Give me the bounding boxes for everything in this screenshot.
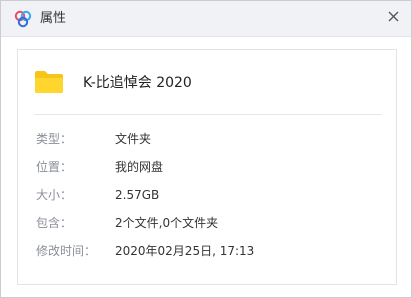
property-row-type: 类型： 文件夹 xyxy=(34,130,384,148)
close-button[interactable] xyxy=(382,5,404,27)
property-row-contains: 包含： 2个文件,0个文件夹 xyxy=(34,214,384,232)
property-label: 包含： xyxy=(36,216,73,230)
property-value: 2个文件,0个文件夹 xyxy=(115,216,219,230)
property-value: 2020年02月25日, 17:13 xyxy=(115,244,255,258)
baidu-netdisk-icon xyxy=(14,10,32,28)
dialog-title: 属性 xyxy=(40,11,67,26)
property-label: 大小： xyxy=(36,188,73,202)
property-value: 2.57GB xyxy=(115,188,160,202)
property-value: 文件夹 xyxy=(115,132,152,146)
properties-dialog: 属性 K-比追悼会 2020 类型： 文件夹 位置： 我的网盘 大小： 2.57… xyxy=(0,0,412,298)
property-row-modified: 修改时间： 2020年02月25日, 17:13 xyxy=(34,242,384,260)
property-row-size: 大小： 2.57GB xyxy=(34,186,384,204)
title-bar[interactable]: 属性 xyxy=(1,1,411,37)
divider xyxy=(34,114,382,115)
file-name: K-比追悼会 2020 xyxy=(83,75,192,91)
property-label: 位置： xyxy=(36,160,73,174)
close-icon xyxy=(388,11,398,21)
property-value: 我的网盘 xyxy=(115,160,164,174)
folder-icon xyxy=(35,71,63,93)
properties-panel: K-比追悼会 2020 类型： 文件夹 位置： 我的网盘 大小： 2.57GB … xyxy=(17,49,397,285)
property-label: 修改时间： xyxy=(36,244,97,258)
property-row-location: 位置： 我的网盘 xyxy=(34,158,384,176)
property-label: 类型： xyxy=(36,132,73,146)
